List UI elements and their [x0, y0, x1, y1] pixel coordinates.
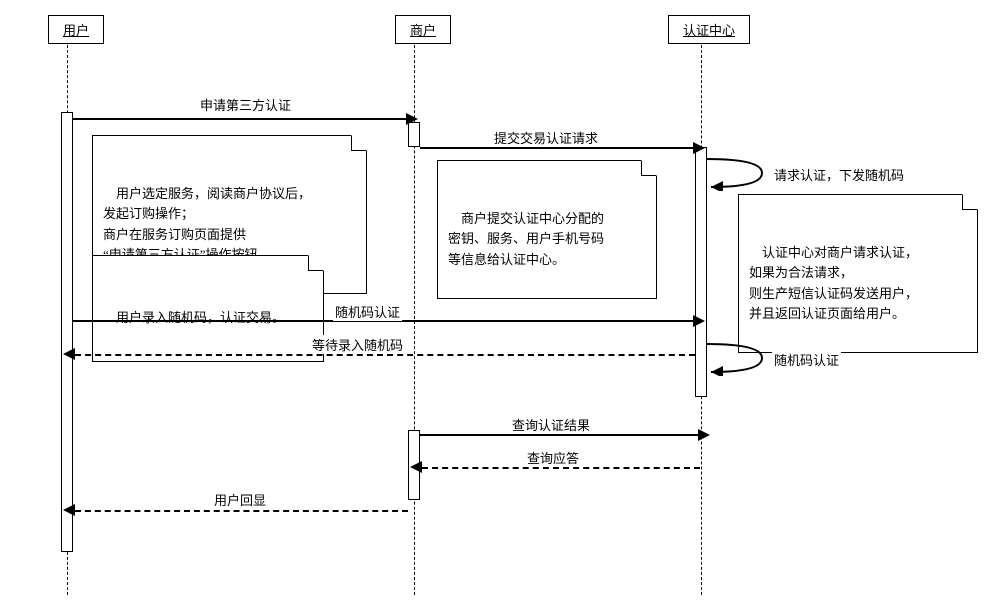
- msg-wait-for-input: 等待录入随机码: [310, 335, 405, 354]
- msg-random-code-auth-self: 随机码认证: [772, 350, 841, 369]
- activation-merchant-1: [408, 122, 420, 147]
- note-text-2: 商户提交认证中心分配的 密钥、服务、用户手机号码 等信息给认证中心。: [448, 211, 604, 266]
- arrow-head-m4: [693, 315, 705, 327]
- arrow-m7: [420, 434, 700, 436]
- note-auth-center-verifies: 认证中心对商户请求认证， 如果为合法请求， 则生产短信认证码发送用户， 并且返回…: [738, 194, 978, 353]
- note-text-1: 用户选定服务，阅读商户协议后， 发起订购操作； 商户在服务订购页面提供 “申请第…: [103, 186, 311, 261]
- arrow-m9: [75, 510, 408, 512]
- participant-user: 用户: [48, 15, 104, 44]
- msg-request-auth-issue-code: 请求认证，下发随机码: [772, 165, 906, 184]
- arrow-m8: [422, 467, 700, 469]
- self-arrow-request-auth: [707, 155, 767, 191]
- msg-query-auth-result: 查询认证结果: [510, 415, 592, 434]
- arrow-head-m2: [693, 142, 705, 154]
- msg-query-response: 查询应答: [525, 448, 581, 467]
- sequence-diagram: 用户 商户 认证中心 申请第三方认证 用户选定服务，阅读商户协议后， 发起订购操…: [0, 0, 1000, 606]
- arrow-head-m1: [406, 113, 418, 125]
- note-text-3: 认证中心对商户请求认证， 如果为合法请求， 则生产短信认证码发送用户， 并且返回…: [749, 245, 918, 320]
- activation-user: [61, 112, 73, 552]
- participant-merchant: 商户: [395, 15, 451, 44]
- note-merchant-submits-info: 商户提交认证中心分配的 密钥、服务、用户手机号码 等信息给认证中心。: [437, 160, 657, 299]
- arrow-head-m7: [698, 429, 710, 441]
- self-arrow-random-code-auth: [707, 340, 767, 376]
- msg-user-display: 用户回显: [212, 490, 268, 509]
- msg-apply-third-party-auth: 申请第三方认证: [198, 95, 293, 114]
- arrow-m2: [420, 147, 695, 149]
- arrow-m5: [75, 354, 695, 356]
- note-text-4: 用户录入随机码，认证交易。: [116, 310, 285, 325]
- arrow-head-m9: [63, 504, 75, 516]
- note-user-enters-code: 用户录入随机码，认证交易。: [92, 255, 324, 362]
- arrow-head-m5: [63, 348, 75, 360]
- participant-auth-center: 认证中心: [668, 15, 750, 44]
- msg-random-code-auth: 随机码认证: [333, 302, 402, 321]
- activation-auth-center: [695, 147, 707, 397]
- msg-submit-auth-request: 提交交易认证请求: [492, 128, 600, 147]
- arrow-head-m8: [410, 461, 422, 473]
- arrow-m1: [73, 118, 408, 120]
